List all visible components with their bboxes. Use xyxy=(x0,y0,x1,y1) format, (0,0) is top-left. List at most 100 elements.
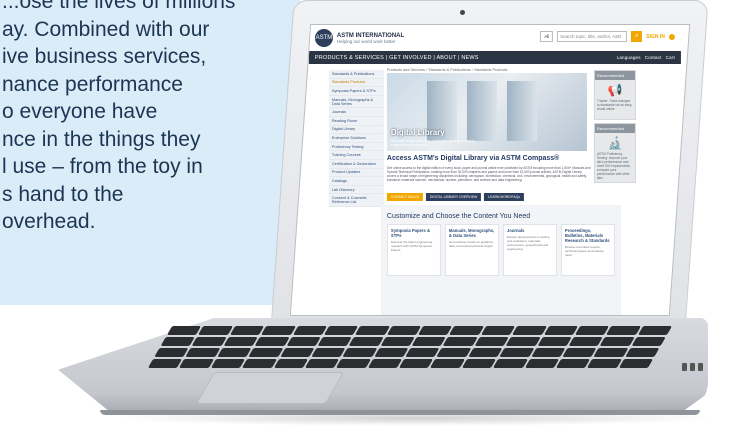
customize-title: Customize and Choose the Content You Nee… xyxy=(386,213,531,220)
keyboard-key xyxy=(373,348,409,357)
sidebar-item[interactable]: Training Courses xyxy=(328,151,384,160)
hero-description: Discover a vast collection of industry-l… xyxy=(390,139,475,147)
keyboard-key xyxy=(537,337,572,346)
marketing-text: ...ose the lives of millions ay. Combine… xyxy=(0,0,300,236)
keyboard xyxy=(147,326,673,368)
keyboard-key xyxy=(467,348,503,357)
keyboard-key xyxy=(593,348,629,357)
sidebar-item[interactable]: Certification & Declaration xyxy=(328,159,384,169)
search-input[interactable]: Search topic, title, author, ASD xyxy=(557,31,628,42)
sidebar-item[interactable]: Product Updates xyxy=(328,168,384,178)
hero-image xyxy=(466,81,497,141)
keyboard-key xyxy=(442,337,478,346)
recommended-card[interactable]: Recommended 📢 Tracker: Track changes to … xyxy=(593,70,636,120)
section-title: Access ASTM's Digital Library via ASTM C… xyxy=(386,155,560,162)
contact-sales-button[interactable]: CONTACT SALES xyxy=(386,193,423,201)
keyboard-key xyxy=(323,326,359,335)
keyboard-key xyxy=(568,337,604,346)
keyboard-key xyxy=(405,348,440,357)
keyboard-key xyxy=(380,337,415,346)
brand[interactable]: ASTM INTERNATIONAL Helping our world wor… xyxy=(337,33,404,44)
keyboard-key xyxy=(342,348,378,357)
section-paragraph: Get online access to the digital edition… xyxy=(386,166,591,182)
recommended-card[interactable]: Recommended 🔬 ASTM Proficiency Testing: … xyxy=(593,123,636,183)
keyboard-key xyxy=(436,348,472,357)
keyboard-key xyxy=(348,337,384,346)
sidebar-item[interactable]: Standards Products xyxy=(328,78,384,88)
sidebar-item[interactable]: Proficiency Testing xyxy=(328,142,384,152)
keyboard-key xyxy=(336,359,371,368)
hero-image xyxy=(506,81,537,141)
search-scope-select[interactable]: All xyxy=(540,31,554,42)
keyboard-key xyxy=(154,348,189,357)
keyboard-key xyxy=(248,348,283,357)
marketing-line: ...ose the lives of millions xyxy=(2,0,236,13)
keyboard-key xyxy=(254,337,290,346)
recommended-text: ASTM Proficiency Testing: Improve your l… xyxy=(596,152,631,180)
sign-in-link[interactable]: SIGN IN xyxy=(646,34,665,40)
content-card-desc: Explore developments in testing and eval… xyxy=(506,235,550,251)
keyboard-key xyxy=(179,359,214,368)
sidebar-item[interactable]: Symposia Papers & STPs xyxy=(328,87,384,96)
keyboard-key xyxy=(242,359,277,368)
sidebar-item[interactable]: Lab Directory xyxy=(328,185,384,195)
content-card[interactable]: Journals Explore developments in testing… xyxy=(502,224,557,276)
user-icon[interactable] xyxy=(668,33,675,40)
sidebar-item[interactable]: Standards & Publications xyxy=(328,70,384,79)
keyboard-key xyxy=(499,348,534,357)
content-card[interactable]: Proceedings, Bulletins, Materials Resear… xyxy=(560,224,615,276)
keyboard-key xyxy=(574,326,610,335)
cart-link[interactable]: Cart xyxy=(666,55,675,60)
search-icon[interactable]: ⌕ xyxy=(631,31,643,42)
keyboard-key xyxy=(147,359,183,368)
marketing-line: overhead. xyxy=(2,210,96,233)
sidebar-item[interactable]: Catalogs xyxy=(328,177,384,186)
laptop-base-edge xyxy=(100,410,700,415)
nav-links[interactable]: PRODUCTS & SERVICES | GET INVOLVED | ABO… xyxy=(315,55,479,61)
keyboard-key xyxy=(304,359,340,368)
marketing-line: l use – from the toy in xyxy=(2,155,203,178)
main-nav: PRODUCTS & SERVICES | GET INVOLVED | ABO… xyxy=(308,51,681,64)
marketing-line: ay. Combined with our xyxy=(2,17,210,41)
sidebar-item[interactable]: Consent & Cosmetic Reference List xyxy=(328,194,384,207)
marketing-line: nce in the things they xyxy=(2,127,201,151)
keyboard-key xyxy=(637,326,673,335)
keyboard-key xyxy=(474,337,509,346)
astm-logo-icon[interactable]: ASTM xyxy=(314,29,333,47)
content-card[interactable]: Manuals, Monographs, & Data Series Get p… xyxy=(444,224,499,276)
keyboard-key xyxy=(618,359,654,368)
sidebar-item[interactable]: Manuals, Monographs & Data Series xyxy=(328,95,384,109)
sidebar-item[interactable]: Enterprise Solutions xyxy=(328,134,384,143)
breadcrumb[interactable]: Products and Services › Standards & Publ… xyxy=(387,68,508,72)
keyboard-key xyxy=(261,326,296,335)
contact-link[interactable]: Contact xyxy=(645,55,662,60)
microscope-icon: 🔬 xyxy=(607,136,623,150)
keyboard-key xyxy=(417,326,453,335)
website: ASTM ASTM INTERNATIONAL Helping our worl… xyxy=(308,25,681,316)
keyboard-key xyxy=(505,337,541,346)
keyboard-key xyxy=(292,326,327,335)
site-header: ASTM ASTM INTERNATIONAL Helping our worl… xyxy=(308,25,681,51)
sidebar-item[interactable]: Reading Room xyxy=(328,116,384,126)
learn-more-button[interactable]: LEARN MORE/FAQs xyxy=(484,193,525,201)
keyboard-key xyxy=(530,348,566,357)
recommended-text: Tracker: Track changes to standards via … xyxy=(596,99,633,111)
keyboard-key xyxy=(624,348,660,357)
content-card[interactable]: Symposia Papers & STPs Discover the late… xyxy=(386,224,441,276)
content-card-title: Proceedings, Bulletins, Materials Resear… xyxy=(564,228,610,243)
sidebar-item[interactable]: Journals xyxy=(328,108,384,117)
keyboard-key xyxy=(480,326,516,335)
brand-name: ASTM INTERNATIONAL xyxy=(336,32,405,39)
action-buttons: CONTACT SALES DIGITAL LIBRARY OVERVIEW L… xyxy=(386,193,525,201)
sidebar-item[interactable]: Digital Library xyxy=(328,125,384,135)
overview-button[interactable]: DIGITAL LIBRARY OVERVIEW xyxy=(425,193,482,201)
keyboard-key xyxy=(449,326,484,335)
languages-link[interactable]: Languages xyxy=(617,55,641,60)
hero-banner[interactable]: Digital Library Discover a vast collecti… xyxy=(386,73,587,151)
sidebar: Standards & Publications Standards Produ… xyxy=(328,70,384,207)
content-card-desc: Review committee reports, technical pape… xyxy=(564,245,604,257)
camera-icon xyxy=(460,10,465,15)
marketing-line: ive business services, xyxy=(2,45,207,68)
content-card-title: Symposia Papers & STPs xyxy=(390,228,431,238)
keyboard-key xyxy=(430,359,465,368)
